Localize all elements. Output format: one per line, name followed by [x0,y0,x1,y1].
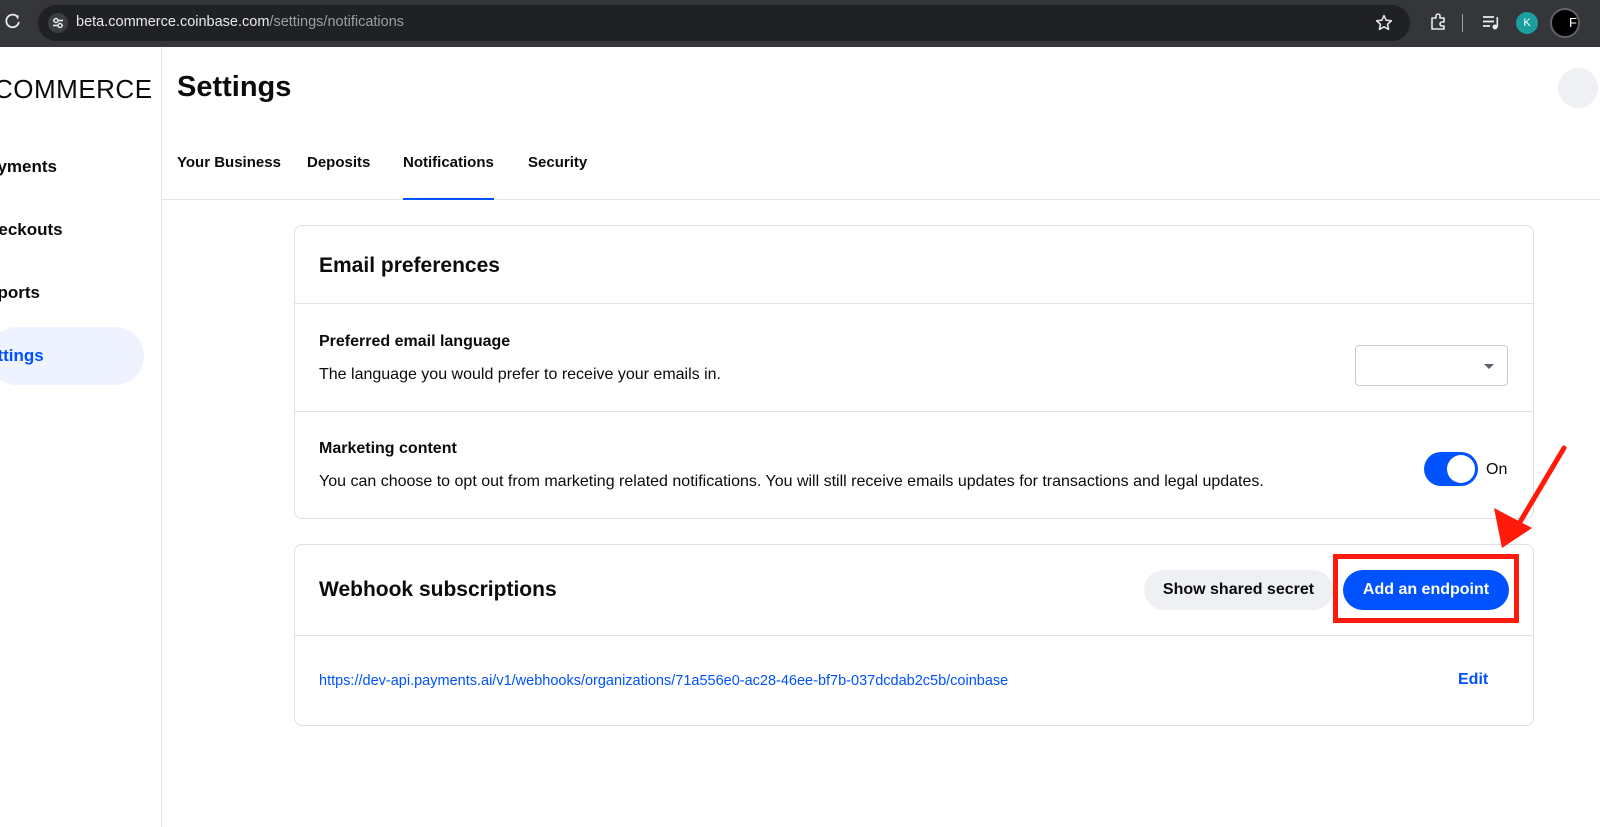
sidebar: COMMERCE ayments heckouts eports ettings [0,47,162,827]
browser-toolbar: beta.commerce.coinbase.com/settings/noti… [0,0,1600,47]
page-title: Settings [177,71,292,103]
sidebar-item-settings[interactable]: ettings [0,327,144,385]
tab-security[interactable]: Security [528,154,587,171]
show-shared-secret-button[interactable]: Show shared secret [1144,570,1333,610]
chevron-down-icon [1484,364,1494,369]
divider [295,635,1533,636]
marketing-title: Marketing content [319,440,457,457]
extensions-icon[interactable] [1428,12,1448,32]
address-bar[interactable]: beta.commerce.coinbase.com/settings/noti… [38,5,1410,41]
sidebar-item-label: eports [0,283,40,302]
url-path: /settings/notifications [269,14,405,30]
sidebar-item-payments[interactable]: ayments [0,138,144,196]
email-preferences-card: Email preferences Preferred email langua… [294,225,1534,519]
sidebar-item-label: heckouts [0,220,63,239]
sidebar-item-reports[interactable]: eports [0,264,144,322]
profile-avatar[interactable]: K [1516,12,1538,34]
language-title: Preferred email language [319,333,511,350]
tab-your-business[interactable]: Your Business [177,154,281,171]
url-text: beta.commerce.coinbase.com/settings/noti… [76,14,404,30]
marketing-toggle[interactable] [1424,452,1478,486]
annotation-arrow-icon [1494,445,1567,548]
toolbar-divider [1462,14,1463,32]
annotation-highlight-box [1333,554,1519,623]
email-preferences-title: Email preferences [319,254,500,277]
toggle-knob [1447,455,1475,483]
divider [295,303,1533,304]
sidebar-item-label: ayments [0,157,57,176]
sidebar-item-checkouts[interactable]: heckouts [0,201,144,259]
media-controls-icon[interactable] [1481,12,1501,32]
site-settings-icon[interactable] [48,13,68,33]
edit-endpoint-link[interactable]: Edit [1458,671,1488,689]
webhook-subscriptions-title: Webhook subscriptions [319,578,557,601]
webhook-endpoint-link[interactable]: https://dev-api.payments.ai/v1/webhooks/… [319,673,1008,689]
language-description: The language you would prefer to receive… [319,366,721,383]
divider [295,411,1533,412]
tab-notifications[interactable]: Notifications [403,154,494,200]
tab-deposits[interactable]: Deposits [307,154,370,171]
user-avatar[interactable] [1558,68,1598,108]
language-select[interactable] [1355,345,1508,386]
brand-logo: COMMERCE [0,74,153,104]
sidebar-item-label: ettings [0,346,44,365]
bookmark-star-icon[interactable] [1374,13,1394,33]
profile-avatar-secondary[interactable]: F [1550,8,1580,38]
reload-icon[interactable] [4,12,22,30]
settings-tabs: Your Business Deposits Notifications Sec… [162,140,1600,200]
marketing-description: You can choose to opt out from marketing… [319,473,1264,490]
url-host: beta.commerce.coinbase.com [76,14,270,30]
